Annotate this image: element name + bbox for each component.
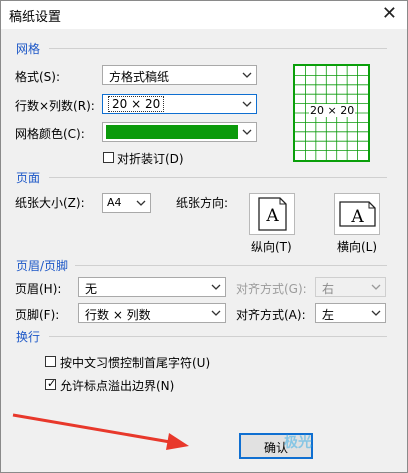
section-page-label: 页面 bbox=[16, 171, 41, 185]
chinese-rules-checkbox[interactable] bbox=[45, 356, 56, 367]
landscape-option[interactable]: A bbox=[334, 193, 380, 235]
section-header-footer-label: 页眉/页脚 bbox=[16, 259, 69, 273]
punctuation-overflow-checkbox[interactable]: ✓ bbox=[45, 377, 57, 390]
section-divider bbox=[75, 265, 387, 266]
title-bar: 稿纸设置 ✕ bbox=[1, 1, 407, 29]
section-divider bbox=[49, 336, 387, 337]
grid-color-swatch bbox=[106, 125, 238, 139]
svg-text:A: A bbox=[265, 206, 279, 226]
check-icon: ✓ bbox=[47, 377, 57, 390]
section-divider bbox=[49, 177, 387, 178]
paper-settings-dialog: 稿纸设置 ✕ 网格 格式(S): 方格式稿纸 行数×列数(R): 20 × 20… bbox=[0, 0, 408, 473]
chinese-rules-label: 按中文习惯控制首尾字符(U) bbox=[60, 356, 211, 370]
section-divider bbox=[49, 48, 387, 49]
header-dropdown[interactable]: 无 bbox=[78, 277, 226, 297]
landscape-page-icon: A bbox=[339, 201, 376, 227]
paper-size-dropdown[interactable]: A4 bbox=[102, 193, 151, 213]
chevron-down-icon bbox=[242, 129, 252, 135]
rows-cols-dropdown[interactable]: 20 × 20 bbox=[102, 94, 257, 114]
dialog-title: 稿纸设置 bbox=[9, 10, 62, 25]
rows-cols-value: 20 × 20 bbox=[107, 96, 165, 112]
portrait-option[interactable]: A bbox=[249, 193, 295, 235]
fold-binding-checkbox[interactable] bbox=[103, 152, 114, 163]
grid-color-label: 网格颜色(C): bbox=[15, 127, 85, 141]
chevron-down-icon bbox=[136, 200, 146, 206]
orientation-label: 纸张方向: bbox=[176, 196, 229, 210]
header-align-dropdown: 右 bbox=[315, 277, 386, 297]
chevron-down-icon bbox=[211, 310, 221, 316]
portrait-label[interactable]: 纵向(T) bbox=[251, 238, 292, 255]
paper-size-label: 纸张大小(Z): bbox=[15, 196, 85, 210]
watermark-logo: 极光 bbox=[284, 435, 312, 451]
close-icon[interactable]: ✕ bbox=[382, 3, 397, 24]
grid-style-value: 方格式稿纸 bbox=[109, 70, 170, 84]
grid-preview: 20 × 20 bbox=[293, 64, 370, 162]
chevron-down-icon bbox=[371, 310, 381, 316]
portrait-page-icon: A bbox=[258, 197, 287, 231]
landscape-label[interactable]: 横向(L) bbox=[337, 238, 377, 255]
chevron-down-icon bbox=[242, 101, 252, 107]
rows-cols-label: 行数×列数(R): bbox=[15, 99, 95, 113]
grid-preview-text: 20 × 20 bbox=[309, 104, 356, 117]
footer-dropdown[interactable]: 行数 × 列数 bbox=[78, 303, 226, 323]
header-label: 页眉(H): bbox=[15, 282, 62, 296]
paper-size-value: A4 bbox=[107, 196, 122, 209]
footer-align-label: 对齐方式(A): bbox=[236, 308, 306, 322]
red-arrow-annotation bbox=[12, 413, 189, 450]
footer-label: 页脚(F): bbox=[15, 308, 60, 322]
header-align-label: 对齐方式(G): bbox=[236, 282, 307, 296]
chevron-down-icon bbox=[211, 284, 221, 290]
section-grid-label: 网格 bbox=[16, 42, 41, 56]
grid-style-label: 格式(S): bbox=[15, 70, 61, 84]
section-line-break-label: 换行 bbox=[16, 330, 41, 344]
punctuation-overflow-label: 允许标点溢出边界(N) bbox=[60, 379, 175, 393]
chevron-down-icon bbox=[242, 72, 252, 78]
header-align-value: 右 bbox=[322, 282, 335, 296]
footer-align-value: 左 bbox=[322, 308, 335, 322]
grid-color-dropdown[interactable] bbox=[102, 122, 257, 142]
footer-value: 行数 × 列数 bbox=[85, 308, 151, 322]
fold-binding-label: 对折装订(D) bbox=[117, 152, 184, 166]
svg-text:A: A bbox=[350, 207, 364, 227]
footer-align-dropdown[interactable]: 左 bbox=[315, 303, 386, 323]
chevron-down-icon bbox=[371, 284, 381, 290]
header-value: 无 bbox=[85, 282, 98, 296]
grid-style-dropdown[interactable]: 方格式稿纸 bbox=[102, 65, 257, 85]
